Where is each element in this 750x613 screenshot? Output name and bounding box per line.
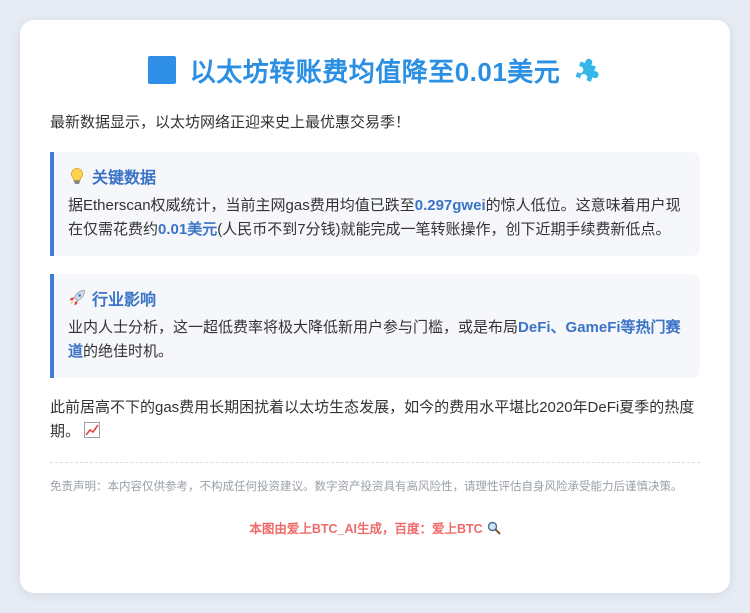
key-data-heading-row: 关键数据 bbox=[68, 164, 684, 188]
rocket-icon bbox=[68, 289, 86, 307]
puzzle-piece-icon bbox=[572, 55, 602, 85]
key-data-highlight-usd: 0.01美元 bbox=[158, 221, 218, 238]
content-card: 以太坊转账费均值降至0.01美元 最新数据显示，以太坊网络正迎来史上最优惠交易季… bbox=[20, 20, 730, 593]
lightbulb-icon bbox=[68, 167, 86, 185]
impact-box: 行业影响 业内人士分析，这一超低费率将极大降低新用户参与门槛，或是布局DeFi、… bbox=[50, 274, 700, 378]
title-row: 以太坊转账费均值降至0.01美元 bbox=[50, 52, 700, 88]
key-data-body: 据Etherscan权威统计，当前主网gas费用均值已跌至0.297gwei的惊… bbox=[68, 194, 684, 242]
impact-text-2: 的绝佳时机。 bbox=[83, 343, 174, 360]
impact-heading: 行业影响 bbox=[92, 292, 157, 309]
key-data-highlight-gwei: 0.297gwei bbox=[414, 197, 486, 214]
footer-credit: 本图由爱上BTC_AI生成，百度：爱上BTC bbox=[50, 518, 700, 537]
key-data-box: 关键数据 据Etherscan权威统计，当前主网gas费用均值已跌至0.297g… bbox=[50, 152, 700, 256]
intro-text: 最新数据显示，以太坊网络正迎来史上最优惠交易季！ bbox=[50, 114, 411, 131]
key-data-text-3: (人民币不到7分钱)就能完成一笔转账操作，创下近期手续费新低点。 bbox=[217, 221, 671, 238]
key-data-text-1: 据Etherscan权威统计，当前主网gas费用均值已跌至 bbox=[68, 197, 415, 214]
summary-paragraph: 此前居高不下的gas费用长期困扰着以太坊生态发展，如今的费用水平堪比2020年D… bbox=[50, 396, 700, 444]
blue-square-icon bbox=[147, 56, 176, 84]
impact-text-1: 业内人士分析，这一超低费率将极大降低新用户参与门槛，或是布局 bbox=[68, 319, 519, 336]
chart-increasing-icon bbox=[84, 422, 101, 438]
magnifier-icon bbox=[487, 521, 501, 535]
impact-body: 业内人士分析，这一超低费率将极大降低新用户参与门槛，或是布局DeFi、GameF… bbox=[68, 316, 684, 364]
impact-heading-row: 行业影响 bbox=[68, 286, 684, 310]
divider bbox=[50, 462, 700, 463]
summary-text: 此前居高不下的gas费用长期困扰着以太坊生态发展，如今的费用水平堪比2020年D… bbox=[50, 399, 695, 440]
footer-text: 本图由爱上BTC_AI生成，百度：爱上BTC bbox=[249, 522, 483, 536]
key-data-heading: 关键数据 bbox=[92, 170, 157, 187]
disclaimer: 免责声明：本内容仅供参考，不构成任何投资建议。数字资产投资具有高风险性，请理性评… bbox=[50, 481, 683, 493]
page-title: 以太坊转账费均值降至0.01美元 bbox=[189, 56, 561, 87]
